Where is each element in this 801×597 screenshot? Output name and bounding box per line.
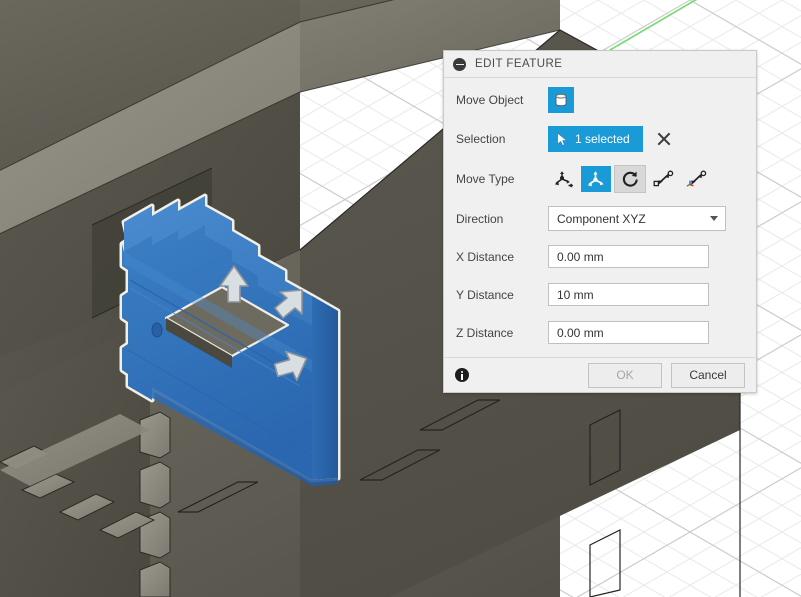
selection-label: Selection — [456, 132, 506, 146]
direction-select[interactable]: Component XYZ — [548, 206, 726, 231]
row-x-distance: X Distance — [444, 244, 756, 269]
free-move-glyph — [554, 171, 573, 188]
application-window: EDIT FEATURE Move Object Selection 1 sel… — [0, 0, 801, 597]
rotate-icon[interactable] — [614, 165, 646, 193]
selection-count-text: 1 selected — [575, 132, 630, 146]
cursor-arrow-icon — [557, 132, 568, 146]
dialog-title-bar[interactable]: EDIT FEATURE — [444, 51, 756, 78]
point-to-position-icon[interactable] — [682, 166, 712, 192]
z-distance-input[interactable] — [548, 321, 709, 344]
row-y-distance: Y Distance — [444, 282, 756, 307]
row-z-distance: Z Distance — [444, 320, 756, 345]
rotate-glyph — [622, 171, 638, 187]
panel-right-thickness — [312, 296, 338, 480]
direction-value: Component XYZ — [557, 211, 646, 226]
translate-xyz-glyph — [587, 171, 604, 187]
z-distance-label: Z Distance — [456, 325, 514, 340]
selection-button[interactable]: 1 selected — [548, 126, 643, 152]
cancel-button[interactable]: Cancel — [671, 362, 745, 388]
dialog-body: Move Object Selection 1 selected Move Ty… — [444, 78, 756, 357]
free-move-icon[interactable] — [548, 166, 578, 192]
translate-xyz-icon[interactable] — [581, 166, 611, 192]
minus-circle-icon[interactable] — [453, 57, 466, 71]
y-distance-label: Y Distance — [456, 287, 514, 302]
x-distance-input[interactable] — [548, 245, 709, 268]
ok-button[interactable]: OK — [588, 362, 662, 388]
row-selection: Selection 1 selected — [444, 126, 756, 152]
row-direction: Direction Component XYZ — [444, 206, 756, 231]
info-icon[interactable] — [455, 368, 469, 382]
edit-feature-dialog[interactable]: EDIT FEATURE Move Object Selection 1 sel… — [443, 50, 757, 393]
point-to-point-icon[interactable] — [649, 166, 679, 192]
point-to-point-glyph — [653, 170, 674, 187]
body-cylinder-glyph — [555, 93, 567, 107]
dialog-footer: OK Cancel — [444, 357, 756, 392]
row-move-type: Move Type — [444, 165, 756, 193]
panel-pin-hole — [151, 322, 163, 338]
x-distance-label: X Distance — [456, 249, 515, 264]
move-type-label: Move Type — [456, 172, 515, 186]
y-distance-input[interactable] — [548, 283, 709, 306]
direction-label: Direction — [456, 211, 504, 226]
point-to-position-glyph — [686, 170, 707, 187]
move-object-label: Move Object — [456, 93, 524, 107]
chevron-down-icon — [710, 216, 718, 221]
clear-selection-x-icon[interactable] — [657, 132, 671, 146]
dialog-title: EDIT FEATURE — [475, 58, 563, 70]
row-move-object: Move Object — [444, 87, 756, 113]
body-cylinder-icon[interactable] — [548, 87, 574, 113]
